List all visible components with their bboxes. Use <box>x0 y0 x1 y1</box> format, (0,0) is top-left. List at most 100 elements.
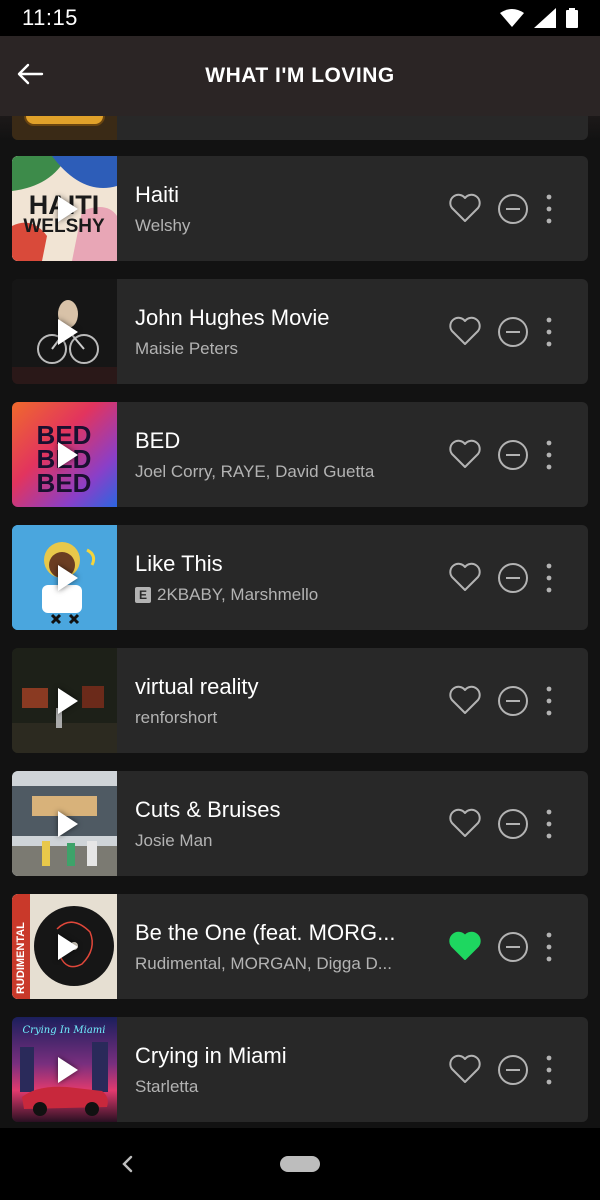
track-title: Crying in Miami <box>135 1043 287 1068</box>
track-title: John Hughes Movie <box>135 305 330 330</box>
hide-button[interactable] <box>496 315 530 354</box>
track-card[interactable]: virtual reality renforshort <box>12 648 588 753</box>
hide-button[interactable] <box>496 1053 530 1092</box>
hide-button[interactable] <box>496 930 530 969</box>
like-button[interactable] <box>448 930 482 967</box>
more-options-button[interactable] <box>543 192 555 231</box>
heart-outline-icon <box>449 193 481 222</box>
track-card[interactable]: RUDIMENTAL Be the One (feat. MORG... Rud… <box>12 894 588 999</box>
like-button[interactable] <box>448 561 482 598</box>
album-art[interactable]: BED BED BED <box>12 402 117 507</box>
track-artist: Rudimental, MORGAN, Digga D... <box>135 954 425 974</box>
track-card[interactable]: Like This E 2KBABY, Marshmello <box>12 525 588 630</box>
minus-circle-icon <box>498 440 528 470</box>
hide-button[interactable] <box>496 807 530 846</box>
more-vertical-icon <box>546 809 552 839</box>
hide-button[interactable] <box>496 561 530 600</box>
play-icon <box>57 441 78 468</box>
artist-name: Joel Corry, RAYE, David Guetta <box>135 462 375 481</box>
album-art-text: Crying In Miami <box>23 1025 106 1036</box>
more-vertical-icon <box>546 440 552 470</box>
like-button[interactable] <box>448 438 482 475</box>
album-art[interactable]: Crying In Miami <box>12 1017 117 1122</box>
track-meta: Like This E 2KBABY, Marshmello <box>135 551 425 605</box>
heart-outline-icon <box>449 685 481 714</box>
artist-name: Rudimental, MORGAN, Digga D... <box>135 954 392 973</box>
page-header: WHAT I'M LOVING <box>0 36 600 116</box>
track-card[interactable]: Crying In Miami Crying in Miami Starlett… <box>12 1017 588 1122</box>
track-card[interactable]: Cuts & Bruises Josie Man <box>12 771 588 876</box>
album-art[interactable]: RUDIMENTAL <box>12 894 117 999</box>
track-title: Like This <box>135 551 223 576</box>
more-options-button[interactable] <box>543 315 555 354</box>
album-art[interactable] <box>12 771 117 876</box>
track-card-partial[interactable] <box>12 116 588 140</box>
artist-name: Maisie Peters <box>135 339 238 358</box>
more-options-button[interactable] <box>543 1053 555 1092</box>
album-art[interactable]: HAITI WELSHY <box>12 156 117 261</box>
more-options-button[interactable] <box>543 930 555 969</box>
status-bar: 11:15 <box>0 0 600 36</box>
play-icon <box>57 810 78 837</box>
minus-circle-icon <box>498 809 528 839</box>
battery-icon <box>566 8 578 28</box>
track-title: virtual reality <box>135 674 259 699</box>
more-vertical-icon <box>546 1055 552 1085</box>
more-vertical-icon <box>546 686 552 716</box>
track-list: HAITI WELSHY Haiti Welshy John Hughes Mo… <box>12 116 588 1128</box>
track-card[interactable]: HAITI WELSHY Haiti Welshy <box>12 156 588 261</box>
track-actions <box>438 1017 588 1122</box>
album-art-text: RUDIMENTAL <box>15 922 27 994</box>
track-actions <box>438 279 588 384</box>
explicit-badge: E <box>135 587 151 603</box>
like-button[interactable] <box>448 807 482 844</box>
track-meta: BED Joel Corry, RAYE, David Guetta <box>135 428 425 482</box>
like-button[interactable] <box>448 684 482 721</box>
system-back-button[interactable] <box>118 1152 138 1176</box>
more-vertical-icon <box>546 317 552 347</box>
like-button[interactable] <box>448 315 482 352</box>
heart-filled-icon <box>449 931 481 960</box>
like-button[interactable] <box>448 192 482 229</box>
wifi-icon <box>500 9 524 27</box>
play-icon <box>57 564 78 591</box>
hide-button[interactable] <box>496 438 530 477</box>
album-art[interactable] <box>12 525 117 630</box>
album-art[interactable] <box>12 279 117 384</box>
album-art[interactable] <box>12 648 117 753</box>
hide-button[interactable] <box>496 192 530 231</box>
track-actions <box>438 894 588 999</box>
more-options-button[interactable] <box>543 561 555 600</box>
artist-name: renforshort <box>135 708 218 727</box>
heart-outline-icon <box>449 562 481 591</box>
minus-circle-icon <box>498 194 528 224</box>
back-button[interactable] <box>14 58 46 90</box>
more-options-button[interactable] <box>543 807 555 846</box>
system-nav-bar <box>0 1128 600 1200</box>
heart-outline-icon <box>449 1054 481 1083</box>
more-vertical-icon <box>546 932 552 962</box>
track-actions <box>438 156 588 261</box>
artist-name: Josie Man <box>135 831 213 850</box>
track-title: Haiti <box>135 182 180 207</box>
more-options-button[interactable] <box>543 438 555 477</box>
track-title: Be the One (feat. MORG... <box>135 920 396 945</box>
heart-outline-icon <box>449 439 481 468</box>
minus-circle-icon <box>498 1055 528 1085</box>
status-time: 11:15 <box>22 5 78 30</box>
hide-button[interactable] <box>496 684 530 723</box>
track-card[interactable]: BED BED BED BED Joel Corry, RAYE, David … <box>12 402 588 507</box>
play-icon <box>57 687 78 714</box>
track-meta: Cuts & Bruises Josie Man <box>135 797 425 851</box>
app-screen: 11:15 WHAT I'M LOVING HAITI WELSHY Haiti… <box>0 0 600 1200</box>
track-meta: Haiti Welshy <box>135 182 425 236</box>
track-title: BED <box>135 428 181 453</box>
like-button[interactable] <box>448 1053 482 1090</box>
play-icon <box>57 1056 78 1083</box>
play-icon <box>57 318 78 345</box>
system-home-pill[interactable] <box>280 1156 320 1172</box>
track-card[interactable]: John Hughes Movie Maisie Peters <box>12 279 588 384</box>
track-actions <box>438 402 588 507</box>
track-actions <box>438 525 588 630</box>
more-options-button[interactable] <box>543 684 555 723</box>
